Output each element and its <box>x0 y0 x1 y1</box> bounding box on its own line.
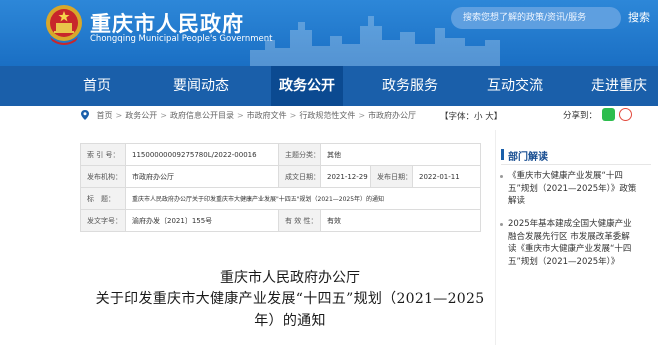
share-bar: 分享到： <box>563 108 633 123</box>
index-value: 11500000009275780L/2022-00016 <box>125 143 279 166</box>
breadcrumb-normative-documents[interactable]: 行政规范性文件 <box>299 111 355 120</box>
nav-news[interactable]: 要闻动态 <box>173 66 229 106</box>
document-title: 重庆市人民政府办公厅 关于印发重庆市大健康产业发展“十四五”规划（2021—20… <box>80 268 500 332</box>
main-nav: 首页 要闻动态 政务公开 政务服务 互动交流 走进重庆 <box>0 66 658 106</box>
national-emblem-icon <box>46 5 82 45</box>
panel-divider <box>501 164 651 165</box>
share-label: 分享到： <box>563 111 598 121</box>
validity-label: 有 效 性： <box>278 209 321 232</box>
bullet-icon <box>500 223 503 226</box>
breadcrumb-separator: > <box>289 111 297 120</box>
nav-home[interactable]: 首页 <box>83 66 111 106</box>
wechat-icon[interactable] <box>601 108 615 121</box>
docno-value: 渝府办发〔2021〕155号 <box>125 209 279 232</box>
search-button[interactable]: 搜索 <box>628 7 650 29</box>
font-size-control: 【字体：小 大】 <box>440 110 502 122</box>
breadcrumb-separator: > <box>115 111 123 120</box>
department-interpretation-panel: 部门解读 《重庆市大健康产业发展“十四五”规划（2021—2025年）》政策解读… <box>495 130 658 345</box>
table-row: 标 题： 重庆市人民政府办公厅关于印发重庆市大健康产业发展"十四五"规划（202… <box>80 187 481 210</box>
font-size-small-button[interactable]: 小 <box>474 112 483 122</box>
panel-title: 部门解读 <box>501 148 548 163</box>
site-header: 重庆市人民政府 Chongqing Municipal People's Gov… <box>0 0 658 66</box>
index-label: 索 引 号： <box>80 143 126 166</box>
nav-interaction[interactable]: 互动交流 <box>487 66 543 106</box>
nav-government-affairs[interactable]: 政务公开 <box>271 66 343 106</box>
nav-government-services[interactable]: 政务服务 <box>382 66 438 106</box>
search-input[interactable] <box>451 7 621 29</box>
published-value: 2022-01-11 <box>412 165 481 188</box>
interpretation-link-text: 2025年基本建成全国大健康产业融合发展先行区 市发展改革委解读《重庆市大健康产… <box>508 219 632 267</box>
topic-label: 主题分类： <box>278 143 321 166</box>
breadcrumb-separator: > <box>160 111 167 120</box>
issuer-value: 市政府办公厅 <box>125 165 279 188</box>
weibo-icon[interactable] <box>619 108 633 121</box>
interpretation-link-text: 《重庆市大健康产业发展“十四五”规划（2021—2025年）》政策解读 <box>508 171 637 207</box>
title-value: 重庆市人民政府办公厅关于印发重庆市大健康产业发展"十四五"规划（2021—202… <box>125 187 481 210</box>
nav-about-chongqing[interactable]: 走进重庆 <box>591 66 647 106</box>
interpretation-link[interactable]: 2025年基本建成全国大健康产业融合发展先行区 市发展改革委解读《重庆市大健康产… <box>500 218 638 268</box>
document-title-line3: 年）的通知 <box>254 313 326 329</box>
site-subtitle: Chongqing Municipal People's Government <box>90 34 273 44</box>
table-row: 索 引 号： 11500000009275780L/2022-00016 主题分… <box>80 143 481 166</box>
document-meta-table: 索 引 号： 11500000009275780L/2022-00016 主题分… <box>80 143 481 232</box>
validity-value: 有效 <box>320 209 481 232</box>
breadcrumb-info-catalog[interactable]: 政府信息公开目录 <box>170 111 234 120</box>
created-label: 成文日期： <box>278 165 321 188</box>
breadcrumb-separator: > <box>236 111 244 120</box>
issuer-label: 发布机构： <box>80 165 126 188</box>
interpretation-link[interactable]: 《重庆市大健康产业发展“十四五”规划（2021—2025年）》政策解读 <box>500 170 638 208</box>
table-row: 发布机构： 市政府办公厅 成文日期： 2021-12-29 发布日期： 2022… <box>80 165 481 188</box>
table-row: 发文字号： 渝府办发〔2021〕155号 有 效 性： 有效 <box>80 209 481 232</box>
breadcrumb-separator: > <box>358 111 366 120</box>
topic-value: 其他 <box>320 143 481 166</box>
document-title-line2: 关于印发重庆市大健康产业发展“十四五”规划（2021—2025 <box>95 291 485 307</box>
home-icon <box>81 110 89 120</box>
font-size-bracket: 】 <box>493 112 503 122</box>
bullet-icon <box>500 175 503 178</box>
font-size-large-button[interactable]: 大 <box>485 112 494 122</box>
published-label: 发布日期： <box>370 165 413 188</box>
breadcrumb-home[interactable]: 首页 <box>97 111 113 120</box>
breadcrumb-government-affairs[interactable]: 政务公开 <box>125 111 157 120</box>
font-size-label: 【字体： <box>440 112 475 122</box>
title-label: 标 题： <box>80 187 126 210</box>
breadcrumb-general-office[interactable]: 市政府办公厅 <box>368 111 416 120</box>
docno-label: 发文字号： <box>80 209 126 232</box>
document-title-issuer: 重庆市人民政府办公厅 <box>220 270 360 286</box>
breadcrumb-gov-documents[interactable]: 市政府文件 <box>247 111 287 120</box>
created-value: 2021-12-29 <box>320 165 371 188</box>
breadcrumb: 首页 > 政务公开 > 政府信息公开目录 > 市政府文件 > 行政规范性文件 > 市政府办公厅 <box>80 110 480 122</box>
